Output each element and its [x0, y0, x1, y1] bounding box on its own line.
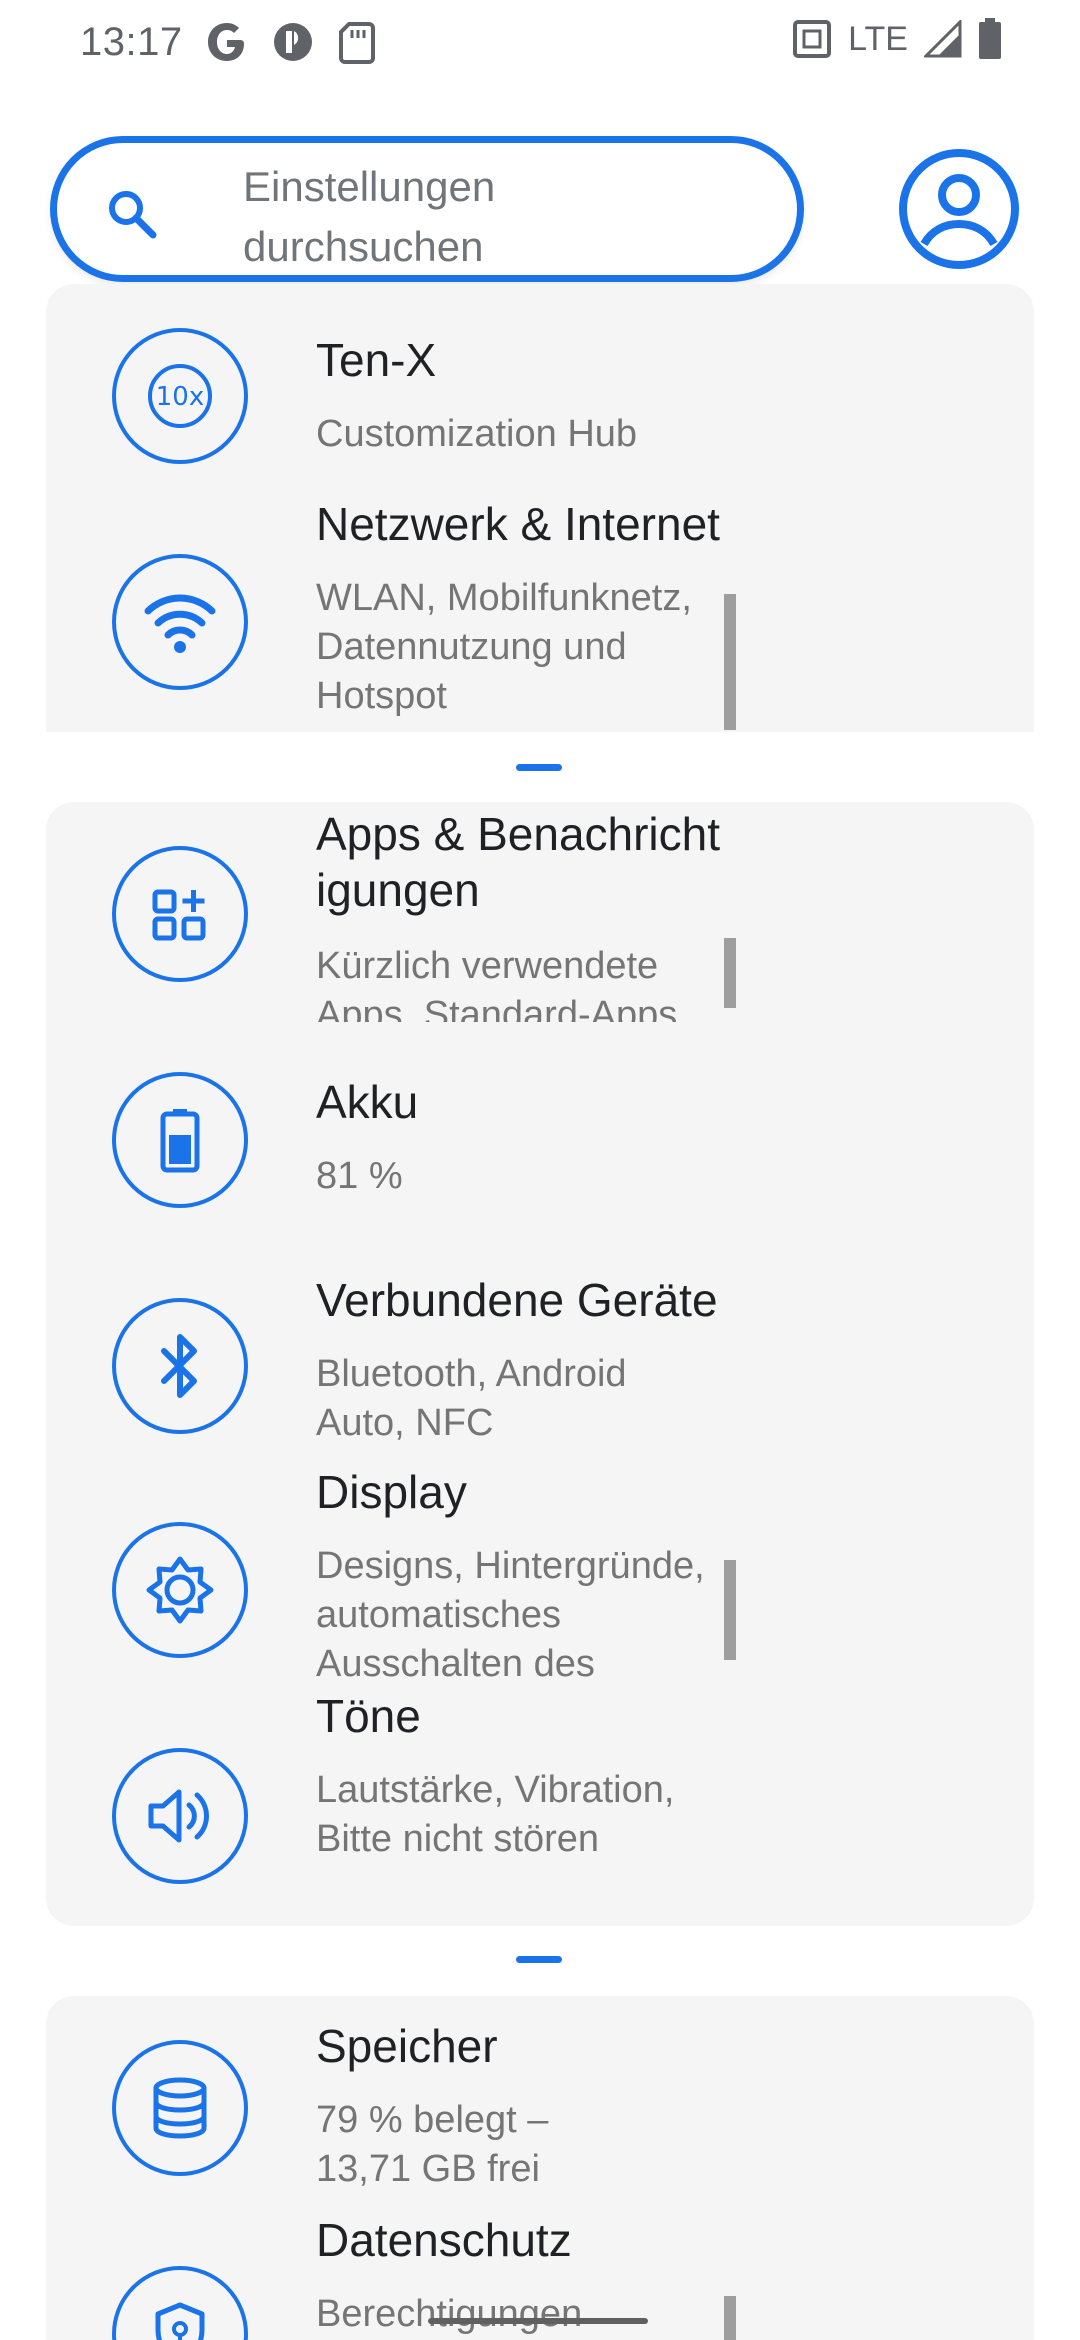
brightness-icon — [112, 1522, 248, 1658]
search-placeholder-line1: Einstellungen — [243, 163, 496, 210]
item-title: Netzwerk & Internet — [316, 498, 720, 550]
text-scroll-indicator — [724, 2296, 736, 2340]
gesture-navigation-bar[interactable] — [428, 2318, 648, 2324]
settings-card-top: 10x Ten-X Customization Hub Netzwerk & I… — [46, 284, 1034, 732]
settings-item-storage[interactable]: Speicher 79 % belegt – 13,71 GB frei — [46, 1996, 1034, 2226]
item-subtitle: Berechtigungen — [316, 2293, 583, 2335]
settings-item-tenx[interactable]: 10x Ten-X Customization Hub — [46, 284, 1034, 484]
search-icon — [105, 187, 159, 246]
item-title: Akku — [316, 1076, 419, 1128]
svg-text:10x: 10x — [156, 382, 204, 412]
bluetooth-icon — [112, 1298, 248, 1434]
item-subtitle: Lautstärke, Vibration, Bitte nicht störe… — [316, 1769, 675, 1860]
volume-icon — [112, 1748, 248, 1884]
status-bar: 13:17 LTE — [0, 0, 1080, 90]
search-placeholder-line2: durchsuchen — [243, 223, 484, 270]
settings-item-connected-devices[interactable]: Verbundene Geräte Bluetooth, Android Aut… — [46, 1252, 1034, 1462]
wifi-icon — [112, 554, 248, 690]
search-placeholder: Einstellungen durchsuchen — [243, 157, 603, 277]
signal-icon — [924, 20, 962, 58]
battery-icon — [112, 1072, 248, 1208]
item-title-line2: igungen — [316, 864, 480, 916]
item-subtitle: 81 % — [316, 1155, 403, 1197]
item-subtitle: Kürzlich verwendete Apps, Standard-Apps — [316, 945, 678, 1022]
item-subtitle: Bluetooth, Android Auto, NFC — [316, 1353, 627, 1444]
settings-item-apps[interactable]: Apps & Benachricht igungen Kürzlich verw… — [46, 802, 1034, 1022]
text-scroll-indicator — [724, 594, 736, 730]
item-subtitle: Designs, Hintergründe, automatisches Aus… — [316, 1545, 705, 1685]
text-scroll-indicator — [724, 938, 736, 1008]
account-avatar-icon[interactable] — [898, 148, 1020, 270]
item-subtitle: WLAN, Mobilfunknetz, Datennutzung und Ho… — [316, 577, 692, 717]
nfc-icon — [792, 19, 832, 59]
storage-icon — [112, 2040, 248, 2176]
item-title: Ten-X — [316, 334, 437, 386]
settings-card-bottom: Speicher 79 % belegt – 13,71 GB frei Dat… — [46, 1996, 1034, 2340]
item-title: Datenschutz — [316, 2214, 572, 2266]
apps-icon — [112, 846, 248, 982]
settings-card-middle: Apps & Benachricht igungen Kürzlich verw… — [46, 802, 1034, 1926]
item-title: Töne — [316, 1690, 421, 1742]
battery-icon — [978, 18, 1002, 60]
privacy-icon — [112, 2266, 248, 2340]
google-icon — [205, 20, 249, 64]
section-drag-handle[interactable] — [516, 764, 562, 771]
tenx-icon: 10x — [112, 328, 248, 464]
item-title-line1: Apps & Benachricht — [316, 808, 721, 860]
item-title: Verbundene Geräte — [316, 1274, 718, 1326]
sd-card-icon — [337, 20, 377, 64]
settings-item-display[interactable]: Display Designs, Hintergründe, automatis… — [46, 1466, 1034, 1702]
text-scroll-indicator — [724, 1560, 736, 1660]
item-subtitle: 79 % belegt – 13,71 GB frei — [316, 2099, 549, 2190]
status-time: 13:17 — [80, 20, 183, 64]
network-type: LTE — [848, 19, 908, 58]
settings-item-network[interactable]: Netzwerk & Internet WLAN, Mobilfunknetz,… — [46, 498, 1034, 732]
section-drag-handle[interactable] — [516, 1956, 562, 1963]
settings-item-sounds[interactable]: Töne Lautstärke, Vibration, Bitte nicht … — [46, 1690, 1034, 1922]
notification-icon — [271, 20, 315, 64]
item-title: Speicher — [316, 2020, 498, 2072]
item-title: Apps & Benachricht igungen — [316, 806, 756, 918]
settings-item-battery[interactable]: Akku 81 % — [46, 1032, 1034, 1232]
search-bar[interactable]: Einstellungen durchsuchen — [50, 136, 804, 282]
item-subtitle: Customization Hub — [316, 413, 638, 455]
item-title: Display — [316, 1466, 467, 1518]
settings-screen: 13:17 LTE Einstellungen durchsuchen 10x … — [0, 0, 1080, 2340]
